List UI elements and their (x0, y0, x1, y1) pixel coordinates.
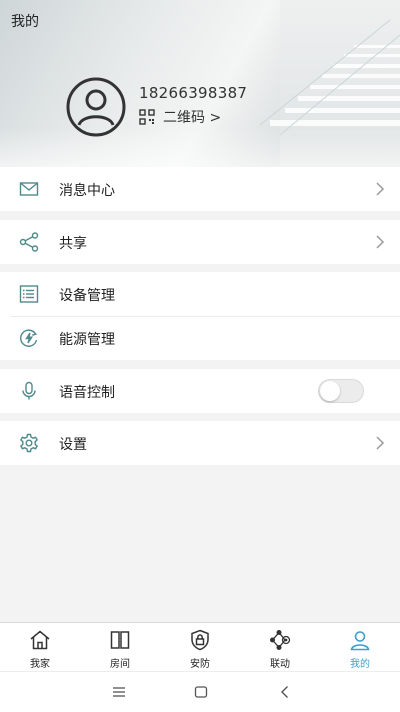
home-icon (30, 630, 50, 650)
qr-code-label: 二维码 > (163, 110, 222, 126)
menu-item-label: 设备管理 (59, 288, 115, 304)
bottom-tab-bar: 我家 房间 安防 联动 我的 (0, 622, 400, 671)
system-navigation-bar (0, 671, 400, 712)
menu-group-voice: 语音控制 (0, 369, 400, 413)
user-icon (350, 631, 370, 651)
menu-group-share: 共享 (0, 220, 400, 264)
profile-header: 我的 18266398387 二维码 > (0, 0, 400, 167)
menu-item-voice: 语音控制 (0, 369, 400, 413)
menu-item-devices[interactable]: 设备管理 (0, 272, 400, 316)
tab-label: 我家 (30, 659, 50, 670)
user-phone-number: 18266398387 (139, 84, 248, 102)
tab-label: 房间 (110, 659, 130, 670)
menu-group-management: 设备管理 能源管理 (0, 272, 400, 360)
energy-icon (20, 329, 38, 347)
menu-item-energy[interactable]: 能源管理 (0, 316, 400, 360)
menu-item-label: 语音控制 (59, 385, 115, 401)
tab-home[interactable]: 我家 (0, 623, 80, 671)
door-icon (110, 631, 130, 649)
menu-item-label: 能源管理 (59, 332, 115, 348)
linkage-icon (270, 630, 291, 650)
chevron-right-icon (376, 436, 385, 450)
tab-label: 安防 (190, 659, 210, 670)
header-floor-shade (0, 127, 400, 167)
avatar-icon[interactable] (66, 77, 126, 137)
menu-group-messages: 消息中心 (0, 167, 400, 211)
page-title: 我的 (11, 14, 39, 30)
tab-security[interactable]: 安防 (160, 623, 240, 671)
share-icon (19, 232, 39, 252)
menu-item-label: 共享 (59, 236, 87, 252)
qr-code-link[interactable]: 二维码 > (139, 107, 221, 127)
voice-control-toggle[interactable] (318, 379, 364, 403)
toggle-knob (320, 381, 340, 401)
chevron-right-icon (376, 235, 385, 249)
back-icon[interactable] (277, 684, 293, 700)
menu-item-settings[interactable]: 设置 (0, 421, 400, 465)
list-icon (19, 285, 39, 303)
menu-group-settings: 设置 (0, 421, 400, 465)
gear-icon (20, 433, 38, 453)
microphone-icon (22, 381, 36, 400)
tab-linkage[interactable]: 联动 (240, 623, 320, 671)
home-button-icon[interactable] (193, 684, 209, 700)
qr-code-icon (139, 109, 155, 125)
tab-rooms[interactable]: 房间 (80, 623, 160, 671)
tab-label: 联动 (270, 659, 290, 670)
shield-lock-icon (191, 629, 209, 651)
menu-item-label: 消息中心 (59, 183, 115, 199)
menu-icon[interactable] (111, 684, 127, 700)
menu-item-share[interactable]: 共享 (0, 220, 400, 264)
menu-item-label: 设置 (59, 437, 87, 453)
mail-icon (19, 182, 39, 196)
tab-mine[interactable]: 我的 (320, 623, 400, 671)
chevron-right-icon (376, 182, 385, 196)
tab-label: 我的 (350, 659, 370, 670)
menu-item-messages[interactable]: 消息中心 (0, 167, 400, 211)
